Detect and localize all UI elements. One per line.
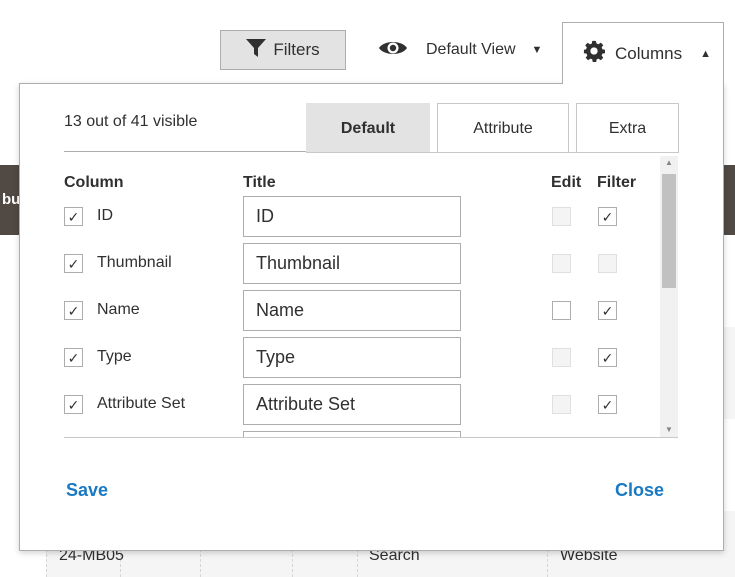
edit-checkbox-id [552, 207, 571, 226]
column-row-id: ✓ ID ✓ [64, 196, 664, 239]
chevron-up-icon: ▲ [700, 47, 711, 60]
visible-checkbox-attribute-set[interactable]: ✓ [64, 395, 83, 414]
columns-list: ✓ ID ✓ ✓ Thumbnail ✓ Name ✓ ✓ Type [20, 192, 725, 438]
edit-checkbox-type [552, 348, 571, 367]
column-row-type: ✓ Type ✓ [64, 337, 664, 380]
edit-checkbox-attribute-set [552, 395, 571, 414]
column-row-attribute-set: ✓ Attribute Set ✓ [64, 384, 664, 427]
column-row-name: ✓ Name ✓ [64, 290, 664, 333]
filter-checkbox-name[interactable]: ✓ [598, 301, 617, 320]
visible-checkbox-id[interactable]: ✓ [64, 207, 83, 226]
column-label: Thumbnail [97, 254, 172, 271]
filter-checkbox-attribute-set[interactable]: ✓ [598, 395, 617, 414]
tab-attribute[interactable]: Attribute [437, 103, 569, 153]
column-label: Type [97, 348, 132, 365]
scroll-up-icon[interactable]: ▲ [660, 156, 678, 170]
column-header: Column [64, 174, 124, 191]
edit-header: Edit [551, 174, 582, 191]
column-label: Attribute Set [97, 395, 186, 412]
scroll-down-icon[interactable]: ▼ [660, 423, 678, 437]
visible-count: 13 out of 41 visible [64, 113, 198, 130]
title-input-thumbnail[interactable] [243, 243, 461, 284]
filter-header: Filter [597, 174, 637, 191]
save-button[interactable]: Save [66, 480, 108, 501]
columns-list-scrollbar[interactable]: ▲ ▼ [660, 156, 678, 438]
close-button[interactable]: Close [615, 480, 664, 501]
columns-panel: 13 out of 41 visible Default Attribute E… [19, 83, 724, 551]
gear-icon [583, 40, 605, 67]
edit-checkbox-thumbnail [552, 254, 571, 273]
title-input-id[interactable] [243, 196, 461, 237]
filter-checkbox-thumbnail [598, 254, 617, 273]
columns-label: Columns [615, 43, 683, 63]
title-input-name[interactable] [243, 290, 461, 331]
tab-default[interactable]: Default [306, 103, 430, 153]
filter-checkbox-id[interactable]: ✓ [598, 207, 617, 226]
column-row-thumbnail: ✓ Thumbnail [64, 243, 664, 286]
columns-button[interactable]: Columns ▲ [562, 22, 724, 84]
tab-extra[interactable]: Extra [576, 103, 679, 153]
title-input-type[interactable] [243, 337, 461, 378]
scrollbar-thumb[interactable] [662, 174, 676, 288]
title-header: Title [243, 174, 276, 191]
column-label: ID [97, 207, 113, 224]
visible-checkbox-type[interactable]: ✓ [64, 348, 83, 367]
filter-checkbox-type[interactable]: ✓ [598, 348, 617, 367]
visible-checkbox-thumbnail[interactable]: ✓ [64, 254, 83, 273]
title-input-attribute-set[interactable] [243, 384, 461, 425]
column-label: Name [97, 301, 140, 318]
edit-checkbox-name[interactable] [552, 301, 571, 320]
visible-checkbox-name[interactable]: ✓ [64, 301, 83, 320]
